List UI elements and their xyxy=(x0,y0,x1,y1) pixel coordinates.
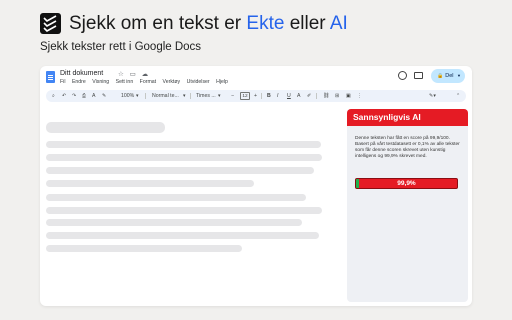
toolbar-divider xyxy=(316,93,317,99)
chevron-down-icon[interactable]: ▾ xyxy=(136,90,139,102)
skeleton-line xyxy=(46,154,322,161)
skeleton-line xyxy=(46,141,321,148)
print-icon[interactable]: ⎙ xyxy=(82,90,86,102)
image-icon[interactable]: ▣ xyxy=(346,90,351,102)
increase-font-icon[interactable]: + xyxy=(254,90,257,102)
chevron-up-icon[interactable]: ⌃ xyxy=(456,90,460,102)
toolbar-divider xyxy=(145,93,146,99)
comment-icon[interactable] xyxy=(414,72,423,79)
title-icons: ☆ ▭ ☁ xyxy=(118,70,152,78)
style-select[interactable]: Normal te... xyxy=(152,90,179,102)
underline-icon[interactable]: U xyxy=(287,90,291,102)
menu-item-help[interactable]: Hjelp xyxy=(216,79,228,85)
menu-item-tools[interactable]: Verktøy xyxy=(163,79,181,85)
menu-bar: Fil Endre Visning Sett inn Format Verktø… xyxy=(60,79,233,85)
google-docs-window: Ditt dokument ☆ ▭ ☁ Fil Endre Visning Se… xyxy=(40,66,472,306)
hero-title-accent-ai: AI xyxy=(329,13,348,34)
add-comment-icon[interactable]: ⊞ xyxy=(335,90,339,102)
search-icon[interactable]: ⌕ xyxy=(52,90,55,102)
skeleton-line xyxy=(46,167,314,174)
menu-item-extensions[interactable]: Utvidelser xyxy=(187,79,210,85)
more-icon[interactable]: ⋮ xyxy=(357,90,362,102)
text-color-icon[interactable]: A xyxy=(297,90,300,102)
link-icon[interactable]: ⛓ xyxy=(323,90,330,102)
zoom-select[interactable]: 100% xyxy=(121,90,134,102)
toolbar: ⌕ ↶ ↷ ⎙ A ✎ 100% ▾ Normal te... ▾ Times … xyxy=(46,90,466,102)
document-title[interactable]: Ditt dokument xyxy=(60,70,103,77)
cloud-icon[interactable]: ☁ xyxy=(142,71,149,78)
paint-format-icon[interactable]: ✎ xyxy=(102,90,106,102)
history-icon[interactable] xyxy=(398,71,407,80)
hero-title-accent-ekte: Ekte xyxy=(246,13,285,34)
highlight-icon[interactable]: ✐ xyxy=(307,90,311,102)
star-icon[interactable]: ☆ xyxy=(118,71,124,78)
hero-title-mid: eller xyxy=(284,13,330,34)
share-label: Del xyxy=(445,73,454,79)
lock-icon: 🔒 xyxy=(437,73,444,79)
skeleton-line xyxy=(46,194,306,201)
panel-header: Sannsynligvis AI xyxy=(347,109,468,126)
italic-icon[interactable]: I xyxy=(277,90,278,102)
skeleton-line xyxy=(46,180,254,187)
font-select[interactable]: Times ... xyxy=(196,90,216,102)
menu-item-edit[interactable]: Endre xyxy=(72,79,86,85)
hero-title: Sjekk om en tekst er Ekte eller AI xyxy=(69,12,348,36)
skeleton-line xyxy=(46,207,322,214)
menu-item-view[interactable]: Visning xyxy=(92,79,109,85)
chevron-down-icon[interactable]: ▾ xyxy=(218,90,221,102)
skeleton-line xyxy=(46,232,319,239)
google-docs-icon[interactable] xyxy=(46,71,55,83)
spellcheck-icon[interactable]: A xyxy=(92,90,95,102)
hero-title-pre: Sjekk om en tekst er xyxy=(69,13,247,34)
decrease-font-icon[interactable]: − xyxy=(231,90,234,102)
ai-detection-panel: Sannsynligvis AI Denne teksten har fått … xyxy=(347,109,468,302)
skeleton-heading xyxy=(46,122,165,133)
hero-subtitle: Sjekk tekster rett i Google Docs xyxy=(40,41,202,53)
meter-score-label: 99,9% xyxy=(397,180,416,187)
share-button[interactable]: 🔒 Del ▼ xyxy=(431,69,465,83)
skeleton-line xyxy=(46,245,242,252)
editing-mode-icon[interactable]: ✎▾ xyxy=(429,90,436,102)
undo-icon[interactable]: ↶ xyxy=(62,90,66,102)
result-description: Denne teksten har fått en score på 99,9/… xyxy=(355,136,460,159)
toolbar-divider xyxy=(190,93,191,99)
font-size-input[interactable]: 12 xyxy=(240,92,250,100)
menu-item-file[interactable]: Fil xyxy=(60,79,65,85)
app-logo xyxy=(40,13,61,34)
probability-meter: 99,9% xyxy=(355,178,458,189)
chevron-down-icon[interactable]: ▼ xyxy=(457,69,461,83)
chevron-down-icon[interactable]: ▾ xyxy=(183,90,186,102)
bold-icon[interactable]: B xyxy=(267,90,271,102)
menu-item-format[interactable]: Format xyxy=(140,79,156,85)
skeleton-line xyxy=(46,219,302,226)
menu-item-insert[interactable]: Sett inn xyxy=(116,79,134,85)
toolbar-divider xyxy=(261,93,262,99)
folder-move-icon[interactable]: ▭ xyxy=(130,71,136,78)
redo-icon[interactable]: ↷ xyxy=(72,90,76,102)
